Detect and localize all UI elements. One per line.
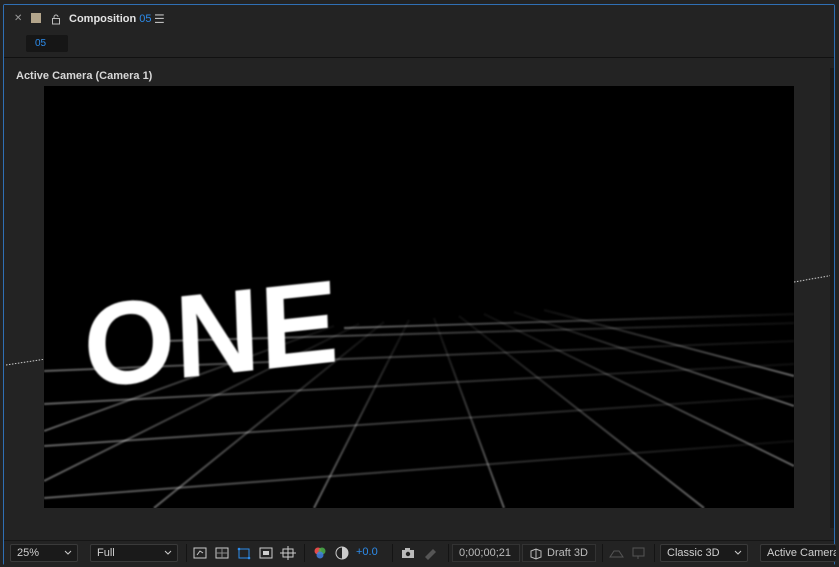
one-text-layer[interactable]: ONE bbox=[81, 255, 340, 414]
toolbar-separator bbox=[602, 544, 603, 562]
extended-viewer-icon[interactable] bbox=[630, 545, 646, 561]
exposure-value[interactable]: +0.0 bbox=[356, 546, 378, 558]
composition-tab[interactable]: Composition 05 bbox=[69, 13, 152, 25]
current-time-field[interactable]: 0;00;00;21 bbox=[452, 544, 520, 562]
draft-3d-label: Draft 3D bbox=[547, 547, 588, 559]
composition-canvas[interactable]: ONE bbox=[44, 86, 794, 508]
transparency-grid-icon[interactable] bbox=[214, 545, 230, 561]
active-camera-label: Active Camera (Camera 1) bbox=[16, 70, 153, 82]
composition-label-swatch bbox=[31, 13, 41, 23]
snapshot-camera-icon[interactable] bbox=[400, 545, 416, 561]
lock-icon[interactable] bbox=[51, 12, 61, 30]
composition-navigator: 05 bbox=[4, 33, 834, 55]
toolbar-separator bbox=[186, 544, 187, 562]
resolution-dropdown[interactable]: Full bbox=[90, 544, 178, 562]
grid-floor: ONE bbox=[44, 255, 794, 508]
panel-menu-icon[interactable]: ☰ bbox=[154, 12, 165, 26]
timecode-value: 0;00;00;21 bbox=[459, 547, 511, 559]
3d-view-value: Active Camera bbox=[767, 547, 836, 559]
chevron-down-icon bbox=[64, 550, 72, 555]
renderer-dropdown[interactable]: Classic 3D bbox=[660, 544, 748, 562]
fast-previews-icon[interactable] bbox=[192, 545, 208, 561]
composition-tab-bar: ✕ Composition 05 ☰ bbox=[4, 5, 834, 33]
close-tab-icon[interactable]: ✕ bbox=[14, 13, 22, 24]
draft-3d-icon bbox=[530, 548, 542, 560]
magnification-value: 25% bbox=[17, 547, 40, 559]
vertical-scrollbar[interactable] bbox=[830, 68, 834, 528]
color-channels-icon[interactable] bbox=[312, 545, 328, 561]
toolbar-separator bbox=[654, 544, 655, 562]
composition-tab-title: Composition bbox=[69, 13, 137, 25]
3d-ground-plane-icon[interactable] bbox=[608, 545, 624, 561]
3d-view-dropdown[interactable]: Active Camera bbox=[760, 544, 836, 562]
region-of-interest-icon[interactable] bbox=[258, 545, 274, 561]
camera-path-right bbox=[794, 274, 834, 283]
viewer-toolbar: 25% Full +0.0 0;00;00;21 Draft 3D Classi… bbox=[4, 540, 836, 566]
chevron-down-icon bbox=[734, 550, 742, 555]
breadcrumb-item[interactable]: 05 bbox=[26, 35, 68, 52]
draft-3d-toggle[interactable]: Draft 3D bbox=[522, 544, 596, 562]
guides-options-icon[interactable] bbox=[280, 545, 296, 561]
toolbar-separator bbox=[392, 544, 393, 562]
renderer-value: Classic 3D bbox=[667, 547, 720, 559]
reset-exposure-icon[interactable] bbox=[334, 545, 350, 561]
toolbar-separator bbox=[448, 544, 449, 562]
magnification-dropdown[interactable]: 25% bbox=[10, 544, 78, 562]
resolution-value: Full bbox=[97, 547, 115, 559]
composition-tab-name: 05 bbox=[139, 13, 152, 25]
camera-path-left bbox=[6, 358, 46, 366]
chevron-down-icon bbox=[164, 550, 172, 555]
mask-path-visibility-icon[interactable] bbox=[236, 545, 252, 561]
show-snapshot-icon[interactable] bbox=[422, 545, 438, 561]
toolbar-separator bbox=[304, 544, 305, 562]
